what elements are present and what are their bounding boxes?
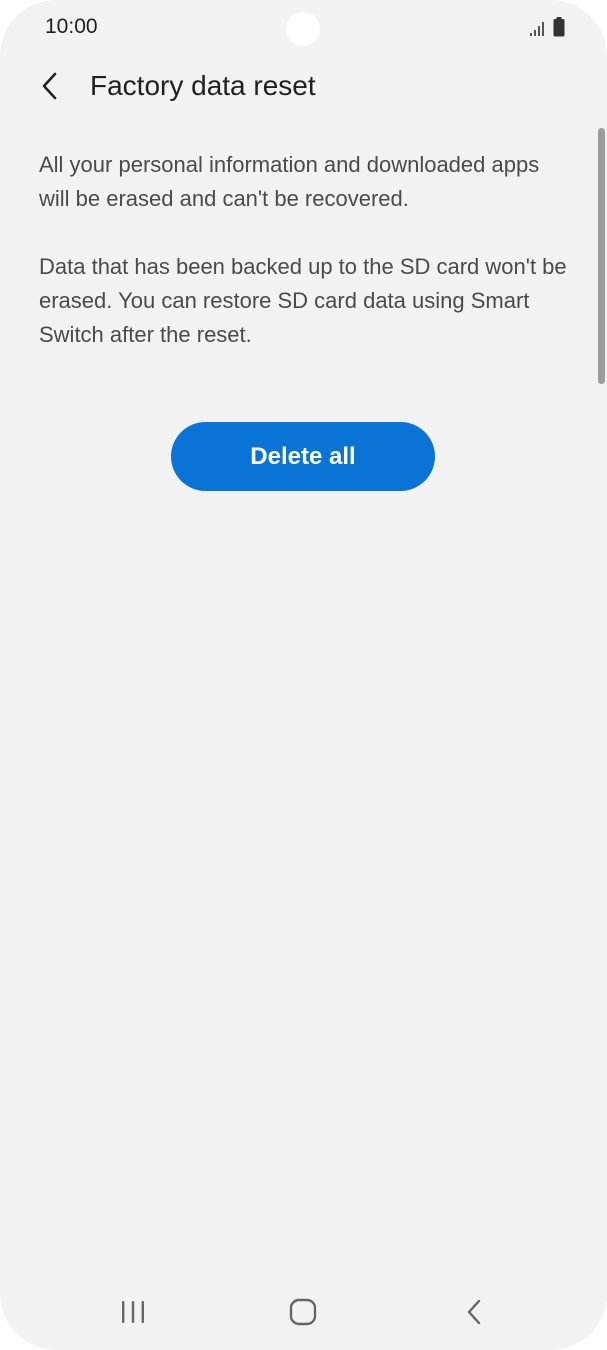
page-title: Factory data reset bbox=[90, 70, 316, 101]
status-time: 10:00 bbox=[45, 15, 98, 38]
app-header: Factory data reset bbox=[0, 60, 607, 116]
home-button[interactable] bbox=[281, 1292, 325, 1336]
status-icons bbox=[529, 17, 565, 42]
scrollbar[interactable] bbox=[598, 128, 605, 384]
recents-icon bbox=[120, 1300, 146, 1329]
back-icon bbox=[464, 1298, 484, 1331]
recents-button[interactable] bbox=[111, 1292, 155, 1336]
home-icon bbox=[289, 1298, 317, 1331]
erase-warning-text: All your personal information and downlo… bbox=[39, 152, 540, 211]
back-button[interactable] bbox=[30, 68, 70, 108]
nav-back-button[interactable] bbox=[452, 1292, 496, 1336]
signal-icon bbox=[529, 21, 545, 42]
delete-all-button[interactable]: Delete all bbox=[171, 422, 435, 491]
navigation-bar bbox=[0, 1276, 607, 1350]
status-bar: 10:00 bbox=[0, 0, 607, 56]
front-camera bbox=[286, 12, 320, 46]
content-area: All your personal information and downlo… bbox=[39, 148, 574, 386]
battery-icon bbox=[553, 17, 565, 42]
chevron-left-icon bbox=[39, 72, 61, 105]
phone-screen: 10:00 Factory data reset All your person… bbox=[0, 0, 607, 1350]
sd-card-info-text: Data that has been backed up to the SD c… bbox=[39, 254, 567, 347]
